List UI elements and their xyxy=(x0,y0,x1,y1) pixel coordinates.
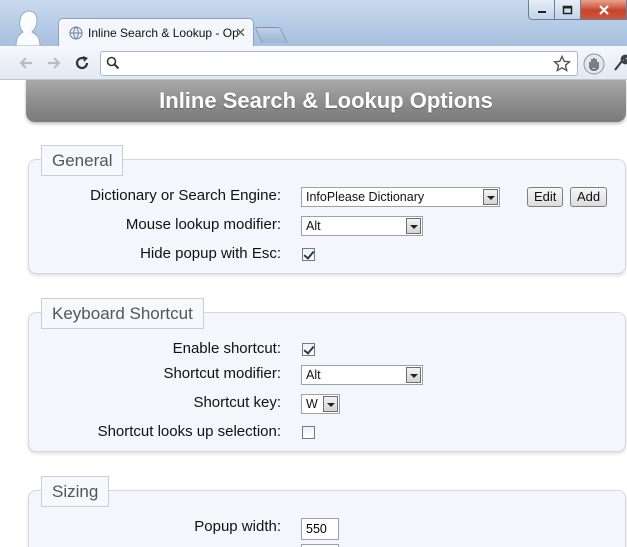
reload-button[interactable] xyxy=(72,53,92,73)
dictionary-select[interactable]: InfoPlease Dictionary xyxy=(301,187,500,207)
enable-shortcut-checkbox[interactable] xyxy=(302,343,315,356)
dictionary-value: InfoPlease Dictionary xyxy=(306,190,425,204)
sizing-legend: Sizing xyxy=(41,476,110,507)
minimize-button[interactable] xyxy=(528,0,555,20)
maximize-button[interactable] xyxy=(555,0,581,20)
back-button[interactable] xyxy=(16,53,36,73)
wrench-icon[interactable] xyxy=(612,54,627,72)
window-titlebar: Inline Search & Lookup - Options ✕ xyxy=(0,0,627,46)
dictionary-label: Dictionary or Search Engine: xyxy=(90,187,281,204)
minimize-icon xyxy=(537,10,546,13)
shortcut-modifier-row: Shortcut modifier: Alt xyxy=(29,363,627,385)
general-legend: General xyxy=(41,145,124,176)
enable-shortcut-label: Enable shortcut: xyxy=(172,340,281,357)
forward-button[interactable] xyxy=(44,53,64,73)
general-section: General Dictionary or Search Engine: Inf… xyxy=(28,145,627,274)
shortcut-key-value: W xyxy=(306,397,318,411)
popup-width-input[interactable]: 550 xyxy=(301,518,339,540)
forward-arrow-icon xyxy=(48,57,61,69)
hide-popup-label: Hide popup with Esc: xyxy=(140,245,281,262)
close-window-button[interactable] xyxy=(581,0,627,20)
selection-row: Shortcut looks up selection: xyxy=(29,421,627,443)
shortcut-key-select[interactable]: W xyxy=(301,394,340,414)
hide-popup-checkbox[interactable] xyxy=(302,248,315,261)
chevron-down-icon xyxy=(406,218,421,234)
selection-checkbox[interactable] xyxy=(302,426,315,439)
profile-avatar-icon[interactable] xyxy=(12,10,42,46)
new-tab-button[interactable] xyxy=(254,27,288,43)
maximize-icon xyxy=(562,5,573,14)
sizing-section: Sizing Popup width: 550 xyxy=(28,476,627,547)
popup-width-label: Popup width: xyxy=(194,518,281,535)
selection-label: Shortcut looks up selection: xyxy=(97,423,281,440)
shortcut-modifier-label: Shortcut modifier: xyxy=(163,365,281,382)
extension-hand-icon[interactable] xyxy=(583,53,605,75)
shortcut-modifier-select[interactable]: Alt xyxy=(301,365,423,385)
mouse-modifier-value: Alt xyxy=(306,219,321,233)
browser-toolbar xyxy=(0,46,627,80)
close-icon xyxy=(598,4,609,15)
chevron-down-icon xyxy=(483,189,498,205)
chevron-down-icon xyxy=(406,367,421,383)
shortcut-modifier-value: Alt xyxy=(306,368,321,382)
page-title: Inline Search & Lookup Options xyxy=(26,80,626,122)
shortcut-key-label: Shortcut key: xyxy=(193,394,281,411)
popup-width-row: Popup width: 550 xyxy=(29,516,627,540)
window-controls xyxy=(528,0,627,20)
address-bar[interactable] xyxy=(100,51,578,76)
shortcut-key-row: Shortcut key: W xyxy=(29,392,627,414)
reload-icon xyxy=(75,56,89,70)
enable-shortcut-row: Enable shortcut: xyxy=(29,338,627,360)
tab-close-icon[interactable]: ✕ xyxy=(235,25,246,41)
chevron-down-icon xyxy=(323,396,338,412)
active-tab[interactable]: Inline Search & Lookup - Options ✕ xyxy=(58,18,254,46)
mouse-modifier-select[interactable]: Alt xyxy=(301,216,423,236)
address-input[interactable] xyxy=(125,54,545,73)
star-icon[interactable] xyxy=(553,55,571,73)
search-icon xyxy=(106,56,120,70)
tab-title: Inline Search & Lookup - Options xyxy=(88,25,238,40)
mouse-modifier-row: Mouse lookup modifier: Alt xyxy=(29,214,627,236)
edit-button[interactable]: Edit xyxy=(527,187,564,207)
keyboard-shortcut-legend: Keyboard Shortcut xyxy=(41,298,204,329)
dictionary-row: Dictionary or Search Engine: InfoPlease … xyxy=(29,185,627,207)
globe-icon xyxy=(69,26,83,39)
back-arrow-icon xyxy=(19,57,32,69)
options-page: Inline Search & Lookup Options General D… xyxy=(0,80,627,547)
add-button[interactable]: Add xyxy=(570,187,608,207)
mouse-modifier-label: Mouse lookup modifier: xyxy=(125,216,281,233)
keyboard-shortcut-section: Keyboard Shortcut Enable shortcut: Short… xyxy=(28,298,627,452)
hide-popup-row: Hide popup with Esc: xyxy=(29,243,627,265)
